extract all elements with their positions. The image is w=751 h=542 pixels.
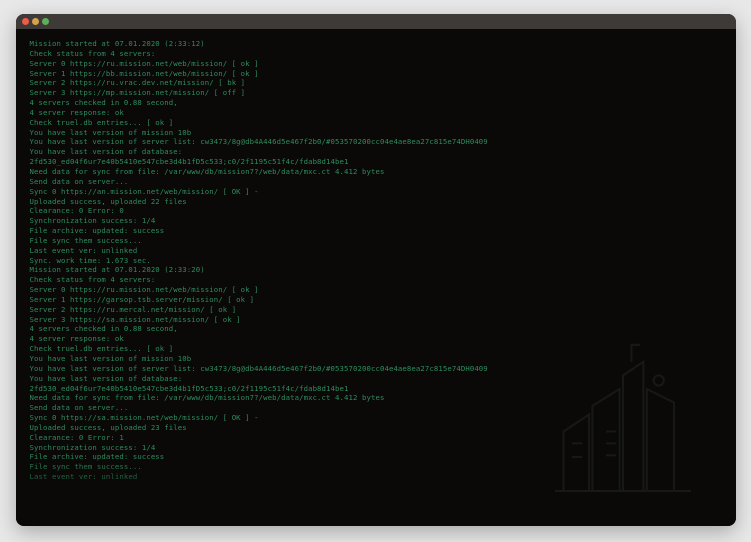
window-titlebar [16, 14, 736, 29]
terminal-line: Send data on server... [30, 403, 722, 413]
terminal-line: You have last version of mission 10b [30, 354, 722, 364]
terminal-line: Server 0 https://ru.mission.net/web/miss… [30, 59, 722, 69]
terminal-line: You have last version of mission 10b [30, 128, 722, 138]
terminal-line: You have last version of database: [30, 147, 722, 157]
terminal-line: Sync 0 https://an.mission.net/web/missio… [30, 187, 722, 197]
window-minimize-button[interactable] [32, 18, 39, 25]
terminal-window: Mission started at 07.01.2020 (2:33:12)C… [16, 14, 736, 526]
terminal-line: Server 1 https://bb.mission.net/web/miss… [30, 69, 722, 79]
terminal-line: 2fd530_ed04f6ur7e40b5410e547cbe3d4b1fD5c… [30, 157, 722, 167]
terminal-line: 4 servers checked in 0.88 second, [30, 324, 722, 334]
terminal-line: File archive: updated: success [30, 226, 722, 236]
terminal-line: You have last version of server list: cw… [30, 364, 722, 374]
terminal-line: Last event ver: unlinked [30, 246, 722, 256]
terminal-line: Check truel.db entries... [ ok ] [30, 344, 722, 354]
terminal-line: Sync 0 https://sa.mission.net/web/missio… [30, 413, 722, 423]
terminal-line: File sync them success... [30, 462, 722, 472]
terminal-line: Check truel.db entries... [ ok ] [30, 118, 722, 128]
terminal-line: Need data for sync from file: /var/www/d… [30, 167, 722, 177]
terminal-line: Clearance: 0 Error: 1 [30, 433, 722, 443]
terminal-line: Server 1 https://garsop.tsb.server/missi… [30, 295, 722, 305]
terminal-line: File sync them success... [30, 236, 722, 246]
terminal-line: Check status from 4 servers: [30, 49, 722, 59]
terminal-line: Mission started at 07.01.2020 (2:33:12) [30, 39, 722, 49]
terminal-line: Uploaded success, uploaded 23 files [30, 423, 722, 433]
terminal-line: 4 server response: ok [30, 334, 722, 344]
terminal-line: Last event ver: unlinked [30, 472, 722, 482]
window-close-button[interactable] [22, 18, 29, 25]
terminal-line: 4 servers checked in 0.88 second, [30, 98, 722, 108]
terminal-line: 2fd530_ed04f6ur7e40b5410e547cbe3d4b1fD5c… [30, 384, 722, 394]
terminal-line: Server 2 https://ru.mercal.net/mission/ … [30, 305, 722, 315]
terminal-line: Send data on server... [30, 177, 722, 187]
terminal-line: Need data for sync from file: /var/www/d… [30, 393, 722, 403]
terminal-line: File archive: updated: success [30, 452, 722, 462]
window-maximize-button[interactable] [42, 18, 49, 25]
terminal-line: Uploaded success, uploaded 22 files [30, 197, 722, 207]
terminal-line: Server 3 https://mp.mission.net/mission/… [30, 88, 722, 98]
terminal-line: Server 0 https://ru.mission.net/web/miss… [30, 285, 722, 295]
terminal-line: Mission started at 07.01.2020 (2:33:20) [30, 265, 722, 275]
terminal-output: Mission started at 07.01.2020 (2:33:12)C… [30, 39, 722, 482]
terminal-line: Sync. work time: 1.673 sec. [30, 256, 722, 266]
terminal-line: You have last version of server list: cw… [30, 137, 722, 147]
terminal-line: Check status from 4 servers: [30, 275, 722, 285]
terminal-line: 4 server response: ok [30, 108, 722, 118]
terminal-line: Server 3 https://sa.mission.net/mission/… [30, 315, 722, 325]
terminal-line: Clearance: 0 Error: 0 [30, 206, 722, 216]
terminal-line: Synchronization success: 1/4 [30, 216, 722, 226]
terminal-line: Server 2 https://ru.vrac.dev.net/mission… [30, 78, 722, 88]
terminal-line: Synchronization success: 1/4 [30, 443, 722, 453]
terminal-viewport[interactable]: Mission started at 07.01.2020 (2:33:12)C… [16, 29, 736, 526]
terminal-line: You have last version of database: [30, 374, 722, 384]
